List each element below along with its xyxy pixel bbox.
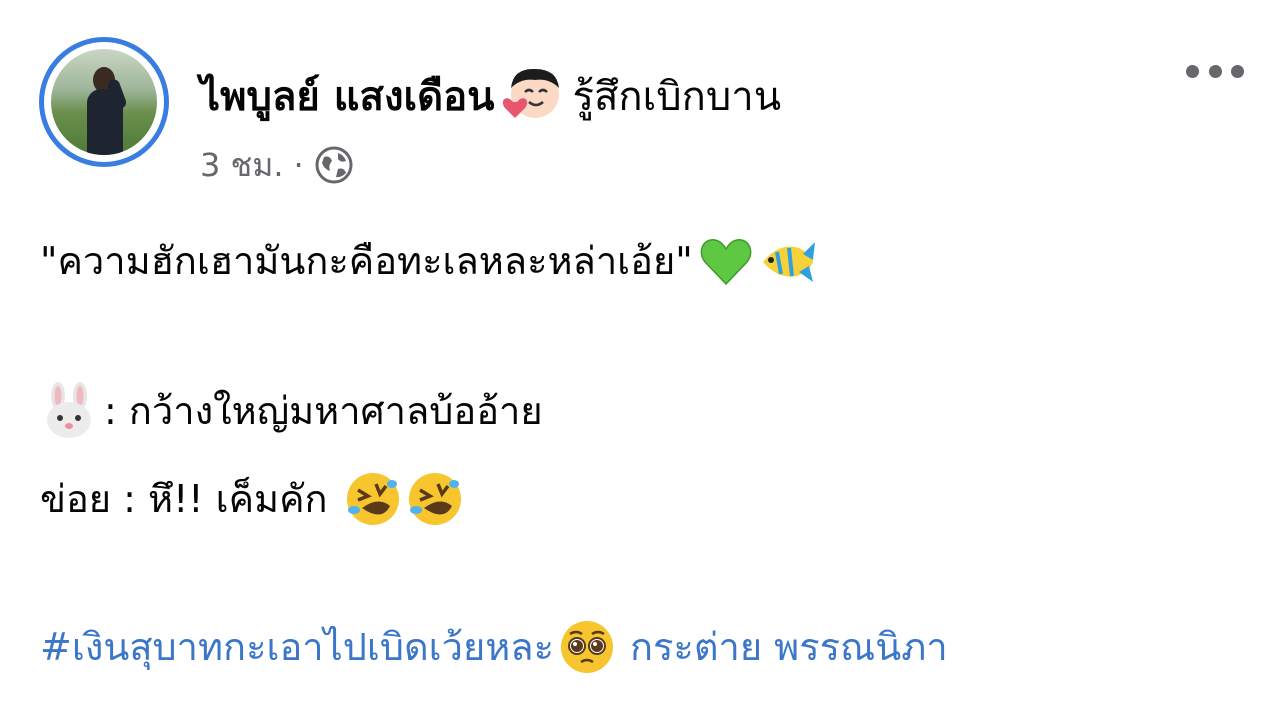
rolling-laughing-icon — [344, 470, 402, 528]
more-options-button[interactable] — [1186, 58, 1244, 84]
post-line-2: : กว้างใหญ่มหาศาลบ้ออ้าย — [40, 380, 543, 441]
post-text-line: : กว้างใหญ่มหาศาลบ้ออ้าย — [104, 389, 543, 433]
hashtag-link[interactable]: #เงินสุบาทกะเอาไปเบิดเว้ยหละ — [40, 616, 554, 677]
tropical-fish-icon — [759, 232, 817, 290]
meta-separator: · — [293, 146, 304, 184]
post-text-line: "ความฮักเฮามันกะคือทะเลหละหล่าเอ้ย" — [40, 239, 693, 283]
rabbit-face-icon — [40, 381, 98, 440]
face-with-heart-icon — [499, 64, 563, 128]
post-line-1: "ความฮักเฮามันกะคือทะเลหละหล่าเอ้ย" — [40, 230, 817, 291]
avatar[interactable] — [51, 49, 157, 155]
avatar-ring[interactable] — [39, 37, 169, 167]
mention-link[interactable]: กระต่าย พรรณนิภา — [630, 616, 948, 677]
post-line-4: #เงินสุบาทกะเอาไปเบิดเว้ยหละ กระต่าย พรร… — [40, 616, 948, 677]
more-dot-icon — [1186, 64, 1199, 78]
rolling-laughing-icon — [406, 470, 464, 528]
green-heart-icon — [697, 232, 755, 290]
post-text-line: ข่อย : หึ!! เค็มคัก — [40, 477, 340, 521]
post-meta: 3 ชม. · — [200, 143, 354, 187]
post-time[interactable]: 3 ชม. — [200, 140, 284, 191]
post-line-3: ข่อย : หึ!! เค็มคัก — [40, 468, 464, 529]
globe-icon[interactable] — [314, 145, 354, 185]
author-name[interactable]: ไพบูลย์ แสงเดือน — [200, 64, 495, 128]
post-header: ไพบูลย์ แสงเดือน รู้สึกเบิกบาน — [200, 66, 781, 126]
feeling-text: รู้สึกเบิกบาน — [572, 74, 782, 120]
more-dot-icon — [1208, 64, 1222, 78]
pleading-face-icon — [558, 618, 616, 676]
more-dot-icon — [1231, 64, 1244, 78]
